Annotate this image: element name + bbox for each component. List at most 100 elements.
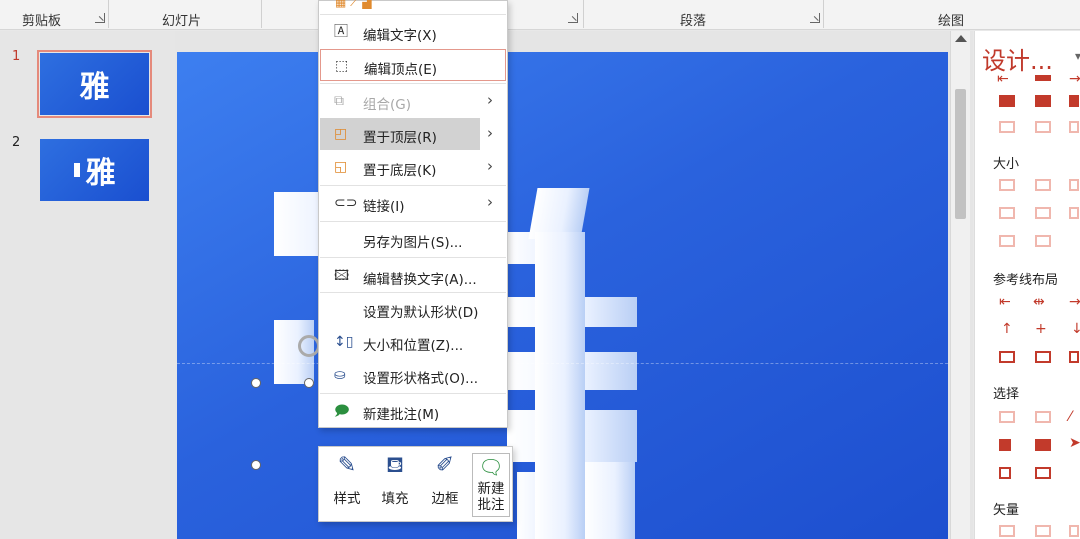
resize-handle[interactable]: [251, 460, 261, 470]
distribute-v-icon[interactable]: [1035, 121, 1051, 133]
new-comment-button[interactable]: 🗨 新建 批注: [472, 453, 510, 517]
size-icon[interactable]: [1035, 235, 1051, 247]
align-left-icon[interactable]: ⇤: [997, 72, 1013, 86]
select-icon[interactable]: [999, 411, 1015, 423]
style-button[interactable]: ✎ 样式: [327, 453, 367, 517]
size-icon[interactable]: [1069, 207, 1079, 219]
guide-top-icon[interactable]: ↑: [1001, 322, 1017, 336]
menu-item-edit-points[interactable]: ⬚ 编辑顶点(E): [320, 49, 506, 81]
chevron-right-icon[interactable]: ›: [487, 124, 493, 142]
section-guide-layout: 参考线布局: [993, 273, 1059, 288]
ribbon-group-slides: 幻灯片: [162, 14, 202, 29]
new-comment-icon: 🗨: [478, 455, 504, 479]
link-icon: ⊂⊃: [334, 195, 358, 211]
scroll-up-icon[interactable]: [955, 35, 967, 42]
ribbon-separator: [261, 0, 262, 28]
guide-right-icon[interactable]: →: [1069, 295, 1080, 309]
menu-item-send-to-back[interactable]: ◱ 置于底层(K) ›: [320, 151, 506, 183]
new-comment-label-line1: 新建: [477, 481, 505, 497]
align-top-icon[interactable]: [1035, 75, 1051, 81]
ribbon-group-paragraph: 段落: [680, 14, 707, 29]
size-icon[interactable]: [1069, 179, 1079, 191]
menu-separator: [320, 221, 506, 222]
slide-thumbnail-2[interactable]: 雅: [40, 139, 149, 201]
vector-icon[interactable]: [1069, 525, 1079, 537]
guide-spread-icon[interactable]: [1069, 351, 1079, 363]
section-size: 大小: [993, 157, 1020, 172]
chevron-right-icon: ›: [487, 91, 493, 109]
menu-item-new-comment[interactable]: 🗩 新建批注(M): [320, 395, 506, 427]
menu-item-group[interactable]: ⧉ 组合(G) ›: [320, 85, 506, 117]
ribbon-separator: [108, 0, 109, 28]
menu-item-bring-to-front[interactable]: ◰ 置于顶层(R): [320, 118, 480, 150]
menu-item-format-shape[interactable]: ⛀ 设置形状格式(O)...: [320, 359, 506, 391]
slide-thumbnails-pane: 1 雅 2 雅: [0, 31, 175, 539]
menu-separator: [320, 393, 506, 394]
ribbon-separator: [583, 0, 584, 28]
paragraph-launcher-icon[interactable]: [810, 13, 820, 23]
align-right-icon[interactable]: →: [1069, 72, 1080, 86]
slide-canvas[interactable]: [177, 52, 948, 539]
align-bottom-icon[interactable]: [1069, 95, 1079, 107]
resize-handle[interactable]: [304, 378, 314, 388]
resize-handle[interactable]: [251, 378, 261, 388]
menu-separator: [320, 185, 506, 186]
select-icon[interactable]: [1035, 411, 1051, 423]
magic-wand-icon[interactable]: ⁄: [1069, 410, 1080, 424]
select-icon[interactable]: [1035, 467, 1051, 479]
vector-icon[interactable]: [1035, 525, 1051, 537]
section-select: 选择: [993, 387, 1020, 402]
fill-button[interactable]: ⛾ 填充: [375, 453, 415, 517]
size-icon[interactable]: [999, 235, 1015, 247]
menu-item-set-default-shape[interactable]: 设置为默认形状(D): [320, 293, 506, 325]
cursor-icon[interactable]: ➤: [1069, 436, 1080, 450]
clipboard-launcher-icon[interactable]: [95, 13, 105, 23]
guide-middle-icon[interactable]: +: [1035, 322, 1051, 336]
align-middle-icon[interactable]: [1035, 95, 1051, 107]
thumbnail-bar: [73, 163, 80, 177]
guide-center-icon[interactable]: ⇹: [1033, 295, 1049, 309]
vertical-scrollbar[interactable]: [950, 31, 970, 539]
guide-left-icon[interactable]: ⇤: [999, 295, 1015, 309]
new-comment-label: 新建 批注: [473, 481, 509, 513]
section-vector: 矢量: [993, 503, 1020, 518]
distribute-icon[interactable]: [1069, 121, 1079, 133]
group-icon: ⧉: [334, 93, 344, 109]
menu-item-label: 编辑顶点(E): [364, 62, 438, 78]
distribute-h-icon[interactable]: [999, 121, 1015, 133]
select-icon[interactable]: [999, 467, 1011, 479]
select-icon[interactable]: [1035, 439, 1051, 451]
select-icon[interactable]: [999, 439, 1011, 451]
menu-separator: [320, 257, 506, 258]
menu-item-size-position[interactable]: ↕▯ 大小和位置(Z)...: [320, 326, 506, 358]
new-comment-icon: 🗩: [334, 403, 350, 419]
glyph-stroke[interactable]: [535, 232, 585, 539]
scrollbar-thumb[interactable]: [955, 89, 966, 219]
pane-title: 设计...: [982, 47, 1053, 75]
size-icon[interactable]: [999, 207, 1015, 219]
size-icon[interactable]: [1035, 207, 1051, 219]
glyph-stroke[interactable]: [585, 462, 635, 539]
slide-thumbnail-1[interactable]: 雅: [37, 50, 152, 118]
font-launcher-icon[interactable]: [568, 13, 578, 23]
outline-button[interactable]: ✐ 边框: [423, 453, 467, 517]
size-icon[interactable]: [1035, 179, 1051, 191]
menu-item-edit-alt-text[interactable]: 🖾 编辑替换文字(A)...: [320, 260, 506, 292]
menu-item-label: 大小和位置(Z)...: [363, 338, 464, 354]
chevron-right-icon: ›: [487, 193, 493, 211]
paint-bucket-icon: ⛾: [386, 453, 404, 478]
size-icon[interactable]: [999, 179, 1015, 191]
menu-item-save-as-picture[interactable]: 另存为图片(S)...: [320, 223, 506, 255]
guide-spread-h-icon[interactable]: [999, 351, 1015, 363]
align-top-edge-icon[interactable]: [999, 95, 1015, 107]
ribbon-group-labels: 剪贴板 幻灯片 段落 绘图: [0, 0, 1080, 30]
guide-bottom-icon[interactable]: ↓: [1071, 322, 1080, 336]
rotate-handle-icon[interactable]: [298, 335, 320, 357]
new-comment-label-line2: 批注: [477, 497, 505, 513]
send-to-back-icon: ◱: [334, 159, 348, 175]
menu-item-link[interactable]: ⊂⊃ 链接(I) ›: [320, 187, 506, 219]
chevron-down-icon[interactable]: ▾: [1075, 49, 1080, 63]
menu-item-edit-text[interactable]: 🄰 编辑文字(X): [320, 16, 506, 48]
guide-spread-v-icon[interactable]: [1035, 351, 1051, 363]
vector-icon[interactable]: [999, 525, 1015, 537]
